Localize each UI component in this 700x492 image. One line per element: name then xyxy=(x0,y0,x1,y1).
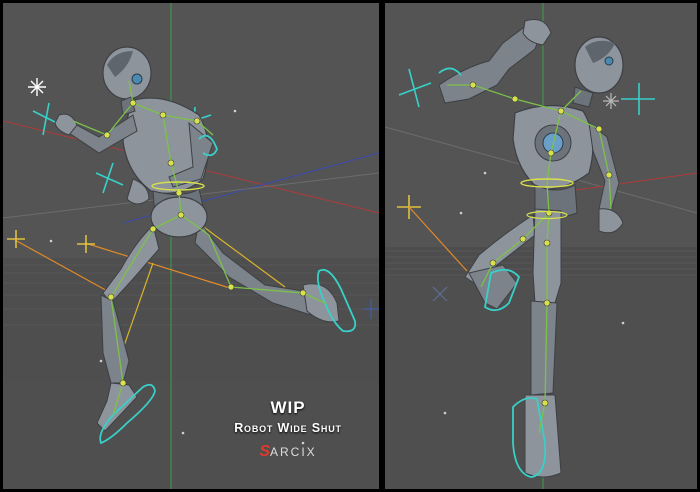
caption-title: WIP xyxy=(270,398,306,417)
caption-subtitle: Robot Wide Shut xyxy=(234,421,342,435)
caption-block: WIP Robot Wide Shut SARCIX xyxy=(228,398,348,461)
logo-mark: S xyxy=(259,443,270,460)
sarcix-logo: SARCIX xyxy=(228,443,348,461)
logo-text: ARCIX xyxy=(269,445,317,459)
viewport-right[interactable] xyxy=(385,3,697,489)
viewport-right-scene xyxy=(385,3,697,489)
render-frame: WIP Robot Wide Shut SARCIX xyxy=(0,0,700,492)
